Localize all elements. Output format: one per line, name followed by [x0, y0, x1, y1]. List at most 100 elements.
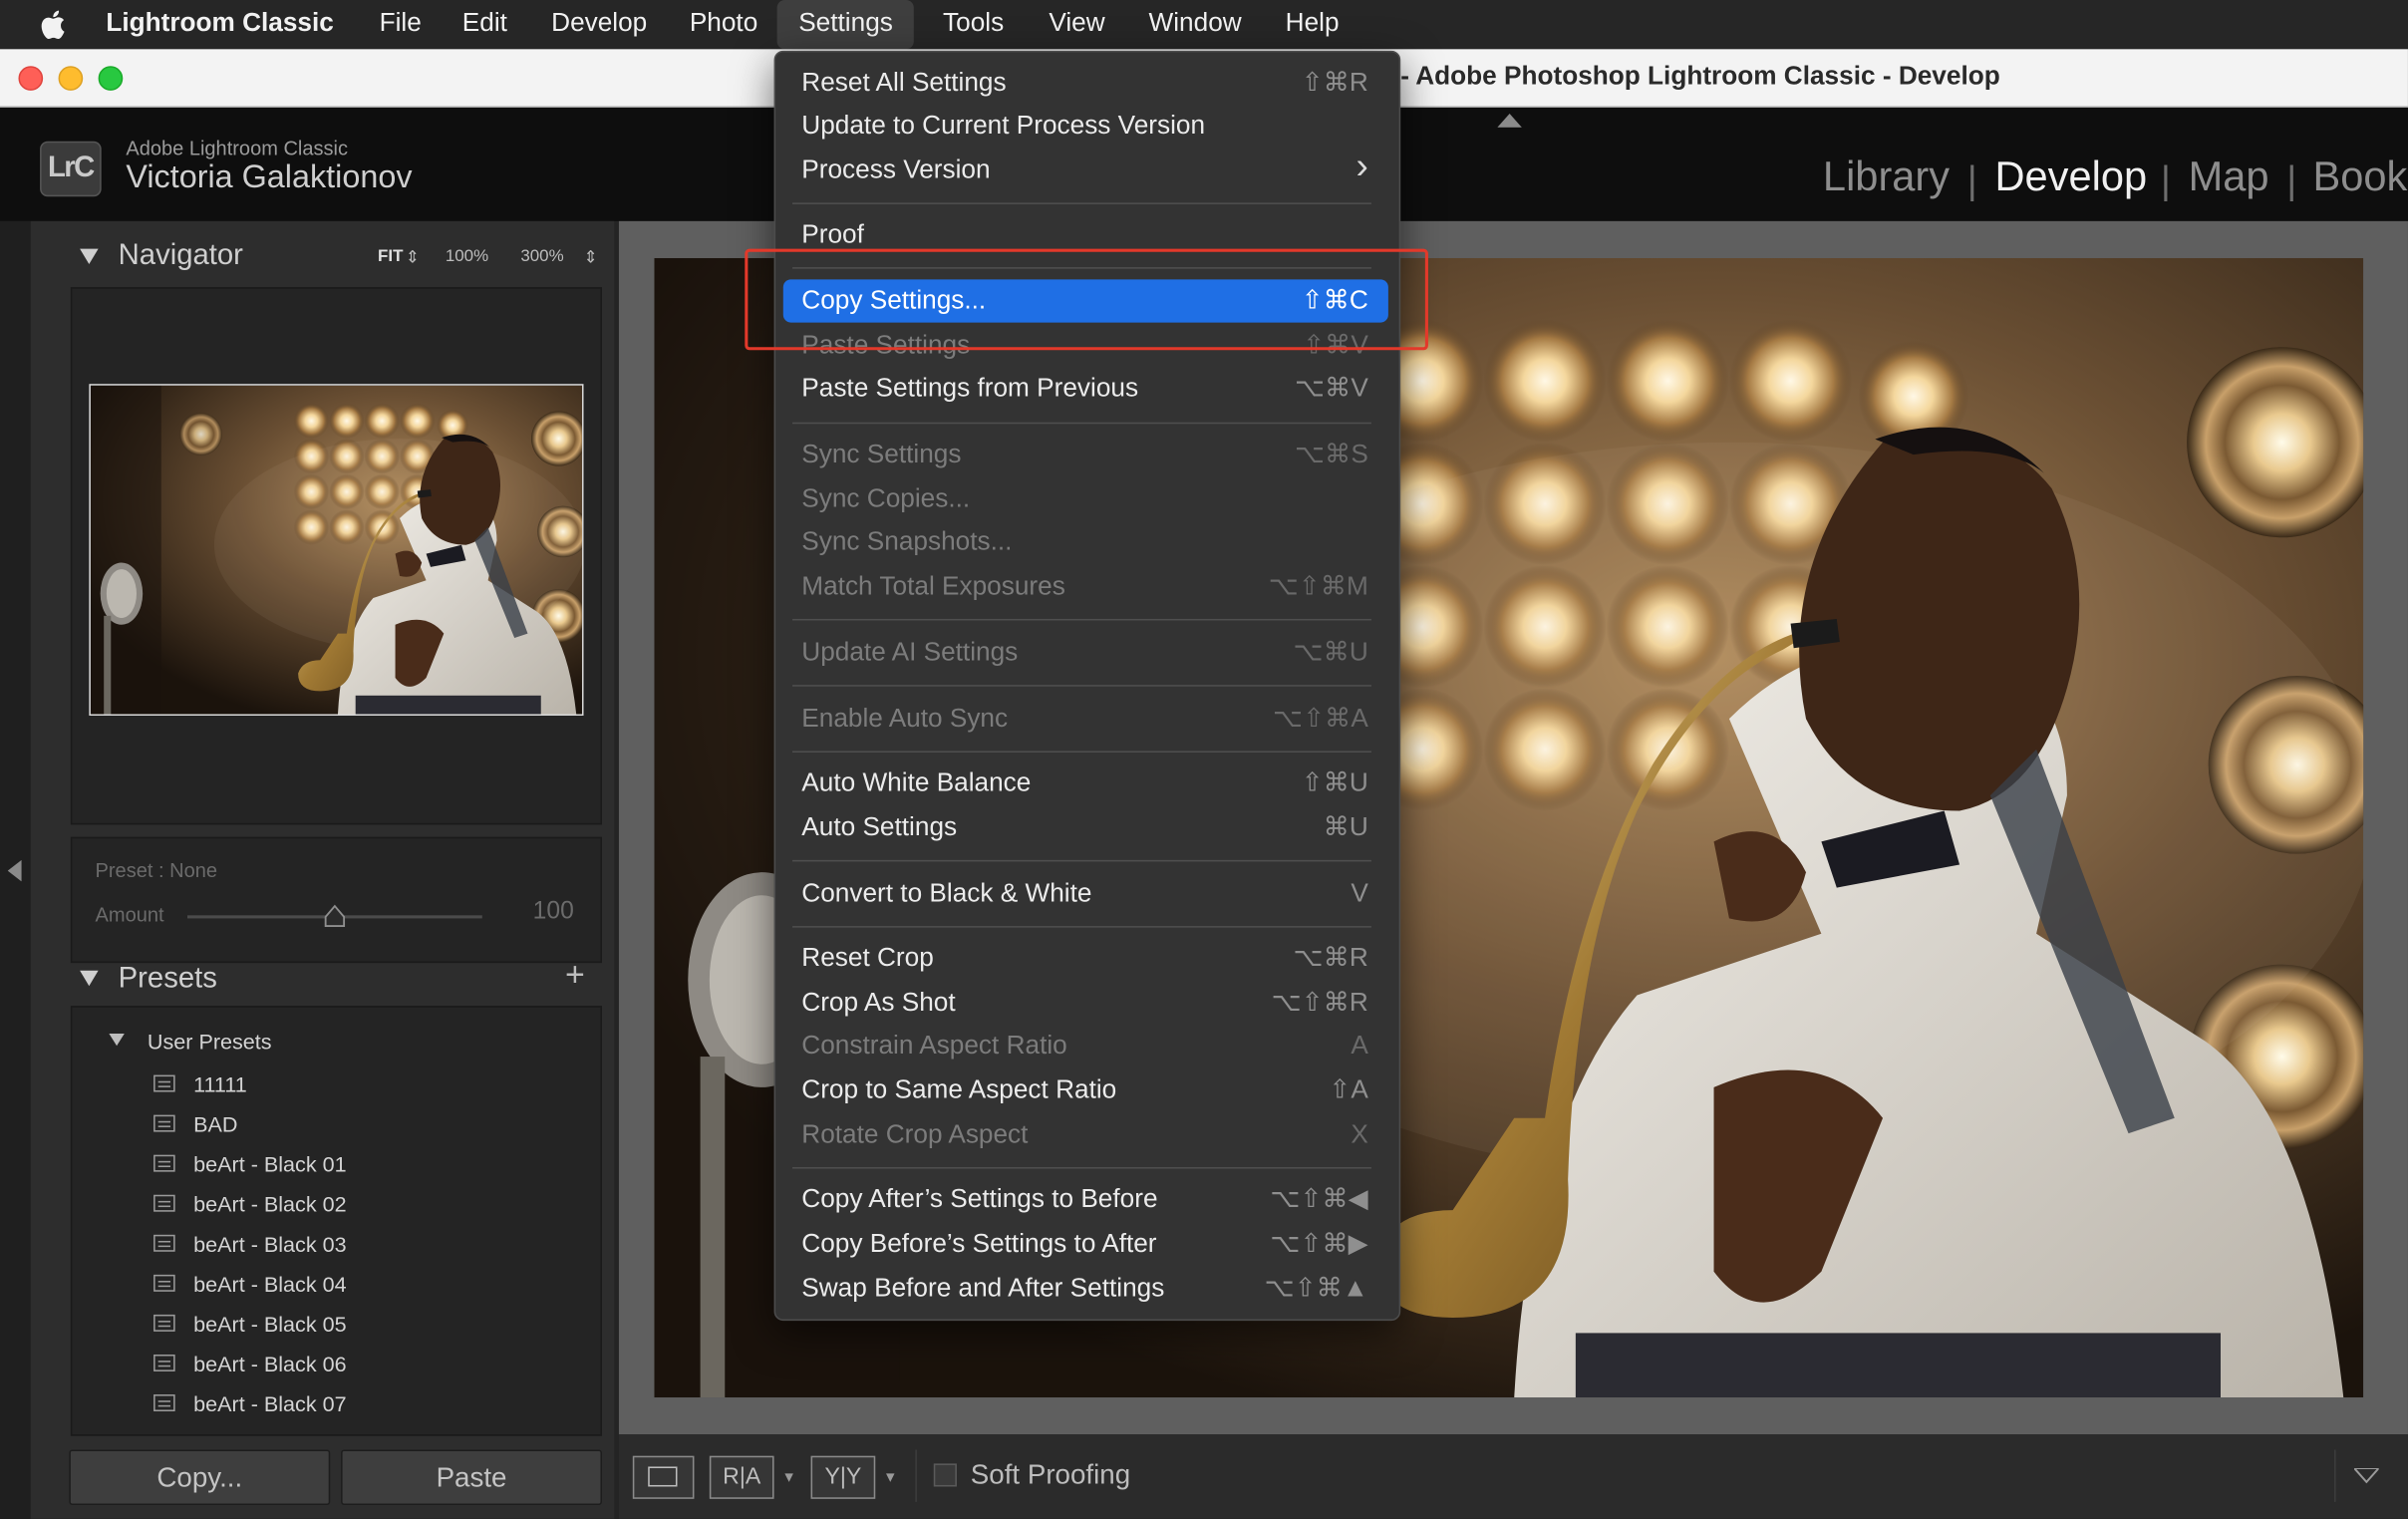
preset-list-icon: [153, 1195, 175, 1212]
module-divider: |: [2161, 159, 2171, 204]
annotation-highlight-box: [745, 249, 1428, 351]
preset-list-icon: [153, 1155, 175, 1172]
menu-item-label: Sync Copies...: [801, 477, 970, 520]
menu-item-swap-before-after-settings[interactable]: Swap Before and After Settings⌥⇧⌘▲: [801, 1267, 1372, 1310]
menu-item-shortcut: ⌘U: [1324, 806, 1368, 849]
module-develop[interactable]: Develop: [1994, 153, 2147, 201]
menubar-develop[interactable]: Develop: [542, 0, 657, 49]
zoom-300[interactable]: 300%: [520, 247, 563, 265]
close-window-button[interactable]: [18, 66, 43, 91]
add-preset-button[interactable]: +: [565, 955, 585, 995]
menubar-window[interactable]: Window: [1139, 0, 1251, 49]
menu-item-label: Reset Crop: [801, 937, 933, 980]
toolbar-divider: [915, 1450, 917, 1502]
menu-item-update-ai-settings: Update AI Settings⌥⌘U: [801, 631, 1372, 674]
menu-item-paste-settings-from-previous[interactable]: Paste Settings from Previous ⌥⌘V: [801, 367, 1372, 410]
amount-value: 100: [533, 898, 574, 926]
menu-separator: [792, 926, 1371, 928]
menubar-photo[interactable]: Photo: [681, 0, 767, 49]
zoom-more-chevron-icon[interactable]: ⇕: [584, 247, 598, 267]
menu-separator: [792, 423, 1371, 425]
menu-item-shortcut: ⇧⌘R: [1302, 62, 1368, 105]
menu-item-reset-all-settings[interactable]: Reset All Settings⇧⌘R: [801, 62, 1372, 105]
menu-item-label: Match Total Exposures: [801, 565, 1065, 608]
preset-group-user-presets[interactable]: User Presets: [148, 1029, 272, 1054]
menu-item-convert-to-black-white[interactable]: Convert to Black & WhiteV: [801, 872, 1372, 915]
menu-item-process-version[interactable]: Process Version›: [801, 149, 1372, 191]
menu-item-label: Update AI Settings: [801, 631, 1018, 674]
menu-item-reset-crop[interactable]: Reset Crop⌥⌘R: [801, 937, 1372, 980]
paste-settings-button[interactable]: Paste: [341, 1450, 602, 1505]
navigator-collapse-icon[interactable]: [80, 249, 98, 264]
zoom-window-button[interactable]: [99, 66, 124, 91]
menu-item-label: Constrain Aspect Ratio: [801, 1025, 1066, 1067]
amount-slider-thumb[interactable]: [324, 905, 346, 928]
menu-item-shortcut: ⌥⌘V: [1295, 367, 1368, 410]
menu-item-auto-settings[interactable]: Auto Settings⌘U: [801, 806, 1372, 849]
menu-item-copy-befores-settings-to-after[interactable]: Copy Before’s Settings to After⌥⇧⌘▶: [801, 1222, 1372, 1265]
menubar-tools[interactable]: Tools: [934, 0, 1014, 49]
toolbar-content-dropdown-icon[interactable]: [2354, 1468, 2379, 1483]
menubar-file[interactable]: File: [370, 0, 431, 49]
before-after-dropdown-icon[interactable]: ▾: [784, 1466, 793, 1486]
menu-item-shortcut: X: [1351, 1113, 1367, 1156]
copy-settings-button[interactable]: Copy...: [69, 1450, 330, 1505]
brand-name: Adobe Lightroom Classic: [126, 137, 348, 159]
toolbar-divider: [2334, 1450, 2336, 1502]
menu-item-shortcut: ⌥⇧⌘▶: [1270, 1222, 1367, 1265]
menu-item-label: Copy After’s Settings to Before: [801, 1178, 1157, 1221]
menu-item-sync-settings: Sync Settings⌥⌘S: [801, 434, 1372, 476]
menu-item-label: Auto White Balance: [801, 761, 1031, 804]
soft-proofing-checkbox[interactable]: [934, 1463, 957, 1486]
menu-item-label: Rotate Crop Aspect: [801, 1113, 1028, 1156]
menu-item-enable-auto-sync: Enable Auto Sync⌥⇧⌘A: [801, 698, 1372, 741]
navigator-title: Navigator: [119, 239, 243, 273]
menu-item-label: Crop to Same Aspect Ratio: [801, 1068, 1116, 1111]
menu-item-label: Crop As Shot: [801, 982, 955, 1025]
preset-item-label: beArt - Black 07: [193, 1388, 346, 1419]
menu-item-label: Paste Settings from Previous: [801, 367, 1138, 410]
menu-separator: [792, 1167, 1371, 1169]
module-library[interactable]: Library: [1823, 153, 1950, 201]
user-presets-expand-icon[interactable]: [109, 1034, 124, 1046]
preset-list-icon: [153, 1115, 175, 1132]
menu-separator: [792, 685, 1371, 687]
preset-item-label: beArt - Black 05: [193, 1309, 346, 1340]
menu-item-copy-afters-settings-to-before[interactable]: Copy After’s Settings to Before⌥⇧⌘◀: [801, 1178, 1372, 1221]
before-after-left-right-button[interactable]: R|A: [710, 1456, 774, 1499]
top-panel-toggle-icon[interactable]: [1497, 114, 1522, 128]
preset-item-label: beArt - Black 06: [193, 1349, 346, 1379]
preset-item-label: beArt - Black 04: [193, 1269, 346, 1300]
menu-item-crop-as-shot[interactable]: Crop As Shot ⌥⇧⌘R: [801, 982, 1372, 1025]
menu-item-auto-white-balance[interactable]: Auto White Balance⇧⌘U: [801, 761, 1372, 804]
menubar-edit[interactable]: Edit: [453, 0, 517, 49]
menu-separator: [792, 751, 1371, 753]
menubar-settings[interactable]: Settings: [777, 0, 915, 49]
menu-item-update-process-version[interactable]: Update to Current Process Version: [801, 105, 1372, 148]
zoom-100[interactable]: 100%: [446, 247, 488, 265]
menu-item-shortcut: ⌥⇧⌘A: [1273, 698, 1368, 741]
zoom-fit-chevron-icon[interactable]: ⇕: [406, 247, 420, 267]
menubar-view[interactable]: View: [1040, 0, 1114, 49]
presets-collapse-icon[interactable]: [80, 971, 98, 986]
before-after-toggle-button[interactable]: Y|Y: [811, 1456, 876, 1499]
apple-icon[interactable]: [40, 9, 66, 40]
menubar-app-name[interactable]: Lightroom Classic: [97, 0, 343, 49]
module-book[interactable]: Book: [2312, 153, 2407, 201]
menu-item-rotate-crop-aspect: Rotate Crop Aspect X: [801, 1113, 1372, 1156]
menu-separator: [792, 202, 1371, 204]
zoom-fit[interactable]: FIT: [378, 247, 403, 265]
menu-item-shortcut: ⌥⇧⌘R: [1272, 982, 1368, 1025]
menu-item-crop-to-same-aspect-ratio[interactable]: Crop to Same Aspect Ratio⇧A: [801, 1068, 1372, 1111]
minimize-window-button[interactable]: [59, 66, 84, 91]
before-after-mode-dropdown-icon[interactable]: ▾: [886, 1466, 895, 1486]
module-map[interactable]: Map: [2189, 153, 2269, 201]
navigator-thumbnail[interactable]: [89, 384, 583, 716]
loupe-view-button[interactable]: [633, 1456, 695, 1499]
menu-item-constrain-aspect-ratio: Constrain Aspect RatioA: [801, 1025, 1372, 1067]
menubar-help[interactable]: Help: [1276, 0, 1348, 49]
preset-list-icon: [153, 1355, 175, 1371]
collapse-left-panel-icon[interactable]: [8, 860, 23, 882]
amount-label: Amount: [96, 903, 164, 926]
window-title: - Adobe Photoshop Lightroom Classic - De…: [1400, 62, 2000, 93]
